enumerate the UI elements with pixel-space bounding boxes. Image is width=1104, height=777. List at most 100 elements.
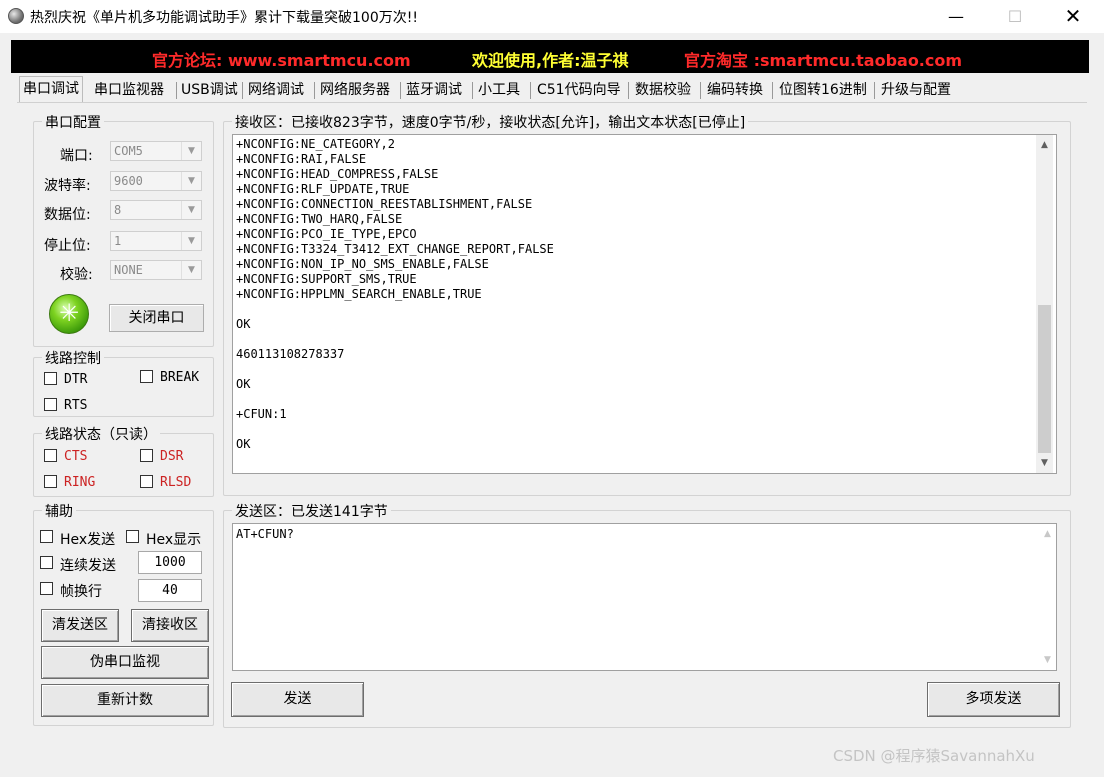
- receive-line: 460113108278337: [236, 347, 345, 361]
- hex-display-label: Hex显示: [146, 532, 202, 548]
- hex-display-checkbox[interactable]: [126, 530, 139, 543]
- receive-line: [236, 302, 554, 317]
- frame-newline-label: 帧换行: [60, 584, 102, 600]
- tab-usb-debug[interactable]: USB调试: [178, 78, 241, 102]
- receive-line: OK: [236, 377, 251, 391]
- line-control-group: 线路控制: [33, 348, 214, 417]
- minimize-button[interactable]: —: [933, 0, 979, 33]
- continuous-send-checkbox[interactable]: [40, 556, 53, 569]
- tab-encoding-convert[interactable]: 编码转换: [704, 78, 766, 102]
- cts-label: CTS: [64, 449, 88, 464]
- recount-button[interactable]: 重新计数: [41, 684, 209, 717]
- receive-line: +NCONFIG:RAI,FALSE: [236, 152, 367, 166]
- chevron-down-icon: ▼: [181, 201, 201, 219]
- rts-checkbox[interactable]: [44, 398, 57, 411]
- continuous-send-label: 连续发送: [60, 558, 116, 574]
- serial-config-title: 串口配置: [42, 112, 104, 132]
- baud-value: 9600: [114, 174, 143, 188]
- hex-send-checkbox[interactable]: [40, 530, 53, 543]
- receive-title: 接收区：已接收823字节，速度0字节/秒，接收状态[允许]，输出文本状态[已停止…: [232, 112, 749, 132]
- scroll-down-icon[interactable]: ▼: [1036, 455, 1053, 472]
- chevron-down-icon: ▼: [181, 172, 201, 190]
- port-select[interactable]: COM5 ▼: [110, 141, 202, 161]
- send-button[interactable]: 发送: [231, 682, 364, 717]
- send-scrollbar[interactable]: ▲ ▼: [1039, 524, 1056, 670]
- databits-label: 数据位:: [44, 207, 91, 223]
- databits-select[interactable]: 8 ▼: [110, 200, 202, 220]
- parity-label: 校验:: [60, 267, 93, 283]
- receive-line: +NCONFIG:RLF_UPDATE,TRUE: [236, 182, 410, 196]
- shop-link[interactable]: 官方淘宝 :smartmcu.taobao.com: [684, 47, 962, 71]
- ring-label: RING: [64, 475, 96, 490]
- clear-send-button[interactable]: 清发送区: [41, 609, 119, 642]
- receive-line: +NCONFIG:NON_IP_NO_SMS_ENABLE,FALSE: [236, 257, 489, 271]
- line-control-title: 线路控制: [42, 348, 104, 368]
- tab-data-checksum[interactable]: 数据校验: [632, 78, 694, 102]
- promo-banner: 官方论坛: www.smartmcu.com 欢迎使用,作者:温子祺 官方淘宝 …: [11, 40, 1089, 73]
- close-port-button[interactable]: 关闭串口: [109, 304, 204, 332]
- break-checkbox[interactable]: [140, 370, 153, 383]
- window-title: 热烈庆祝《单片机多功能调试助手》累计下载量突破100万次!!: [30, 10, 418, 26]
- scroll-up-icon[interactable]: ▲: [1036, 137, 1053, 154]
- pseudo-monitor-button[interactable]: 伪串口监视: [41, 646, 209, 679]
- forum-link[interactable]: 官方论坛: www.smartmcu.com: [152, 47, 411, 71]
- maximize-button[interactable]: ☐: [992, 0, 1038, 33]
- dtr-checkbox[interactable]: [44, 372, 57, 385]
- tab-upgrade-config[interactable]: 升级与配置: [878, 78, 954, 102]
- receive-line: +CFUN:1: [236, 407, 287, 421]
- aux-title: 辅助: [42, 501, 76, 521]
- rlsd-label: RLSD: [160, 475, 192, 490]
- title-bar: 热烈庆祝《单片机多功能调试助手》累计下载量突破100万次!! — ☐ ✕: [0, 0, 1104, 33]
- receive-textarea[interactable]: +NCONFIG:NE_CATEGORY,2 +NCONFIG:RAI,FALSE…: [232, 134, 1057, 474]
- receive-line: +NCONFIG:TWO_HARQ,FALSE: [236, 212, 403, 226]
- rlsd-indicator: [140, 475, 153, 488]
- interval-input[interactable]: 1000: [138, 551, 202, 574]
- stopbits-label: 停止位:: [44, 238, 91, 254]
- receive-line: OK: [236, 437, 251, 451]
- tab-c51-wizard[interactable]: C51代码向导: [534, 78, 624, 102]
- clear-recv-button[interactable]: 清接收区: [131, 609, 209, 642]
- receive-line: [236, 362, 554, 377]
- chevron-down-icon: ▼: [181, 142, 201, 160]
- scroll-down-icon[interactable]: ▼: [1039, 652, 1056, 669]
- baud-select[interactable]: 9600 ▼: [110, 171, 202, 191]
- tab-bluetooth-debug[interactable]: 蓝牙调试: [403, 78, 465, 102]
- tab-serial-debug[interactable]: 串口调试: [19, 76, 83, 103]
- receive-line: +NCONFIG:T3324_T3412_EXT_CHANGE_REPORT,F…: [236, 242, 554, 256]
- tab-serial-monitor[interactable]: 串口监视器: [91, 78, 167, 102]
- frame-newline-checkbox[interactable]: [40, 582, 53, 595]
- receive-line: [236, 392, 554, 407]
- tab-bitmap-to-hex[interactable]: 位图转16进制: [776, 78, 870, 102]
- tab-tools[interactable]: 小工具: [475, 78, 523, 102]
- stopbits-select[interactable]: 1 ▼: [110, 231, 202, 251]
- send-title: 发送区：已发送141字节: [232, 501, 391, 521]
- tab-network-server[interactable]: 网络服务器: [317, 78, 393, 102]
- frame-value-input[interactable]: 40: [138, 579, 202, 602]
- multi-send-button[interactable]: 多项发送: [927, 682, 1060, 717]
- scroll-up-icon[interactable]: ▲: [1039, 526, 1056, 543]
- close-button[interactable]: ✕: [1050, 0, 1096, 33]
- parity-select[interactable]: NONE ▼: [110, 260, 202, 280]
- tab-network-debug[interactable]: 网络调试: [245, 78, 307, 102]
- receive-line: +NCONFIG:NE_CATEGORY,2: [236, 137, 395, 151]
- dsr-indicator: [140, 449, 153, 462]
- chevron-down-icon: ▼: [181, 261, 201, 279]
- cts-indicator: [44, 449, 57, 462]
- baud-label: 波特率:: [44, 178, 91, 194]
- port-value: COM5: [114, 144, 143, 158]
- ring-indicator: [44, 475, 57, 488]
- receive-line: +NCONFIG:HPPLMN_SEARCH_ENABLE,TRUE: [236, 287, 482, 301]
- receive-line: +NCONFIG:SUPPORT_SMS,TRUE: [236, 272, 417, 286]
- receive-line: +NCONFIG:HEAD_COMPRESS,FALSE: [236, 167, 439, 181]
- scroll-thumb[interactable]: [1038, 305, 1051, 453]
- stopbits-value: 1: [114, 234, 122, 248]
- receive-line: OK: [236, 317, 251, 331]
- receive-line: +NCONFIG:CONNECTION_REESTABLISHMENT,FALS…: [236, 197, 533, 211]
- receive-line: [236, 332, 554, 347]
- line-status-title: 线路状态（只读）: [42, 424, 160, 444]
- break-label: BREAK: [160, 370, 200, 385]
- rts-label: RTS: [64, 398, 88, 413]
- send-textarea[interactable]: AT+CFUN? ▲ ▼: [232, 523, 1057, 671]
- hex-send-label: Hex发送: [60, 532, 116, 548]
- receive-scrollbar[interactable]: ▲ ▼: [1036, 135, 1053, 473]
